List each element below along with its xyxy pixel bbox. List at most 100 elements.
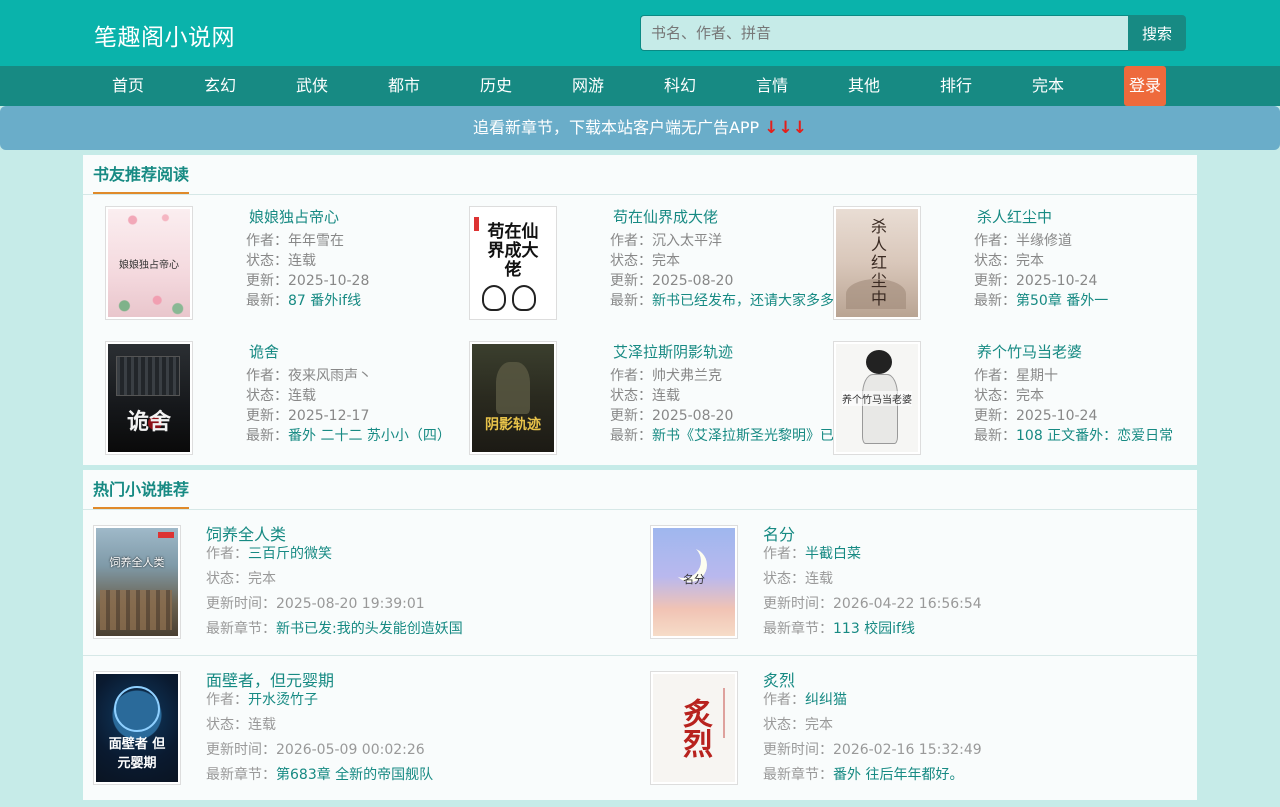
book-latest-line: 最新：新书《艾泽拉斯圣光黎明》已 — [610, 428, 834, 444]
nav-item-dushi[interactable]: 都市 — [358, 66, 450, 106]
book-author-line: 作者：半缘修道 — [974, 233, 1072, 249]
app-download-banner[interactable]: 追看新章节，下载本站客户端无广告APP ↓↓↓ — [0, 106, 1280, 150]
book-author-link[interactable]: 三百斤的微笑 — [248, 546, 332, 562]
book-title-link[interactable]: 养个竹马当老婆 — [977, 341, 1082, 362]
recommend-heading: 书友推荐阅读 — [93, 155, 190, 194]
book-cover[interactable]: 名分 — [650, 525, 738, 639]
book-latest-line: 最新章节：第683章 全新的帝国舰队 — [206, 767, 434, 783]
main-nav: 首页 玄幻 武侠 都市 历史 网游 科幻 言情 其他 排行 完本 登录 — [0, 66, 1280, 106]
site-logo[interactable]: 笔趣阁小说网 — [94, 18, 235, 52]
book-status: 连载 — [288, 253, 316, 269]
book-cover[interactable]: 炙烈 — [650, 671, 738, 785]
book-author-line: 作者：夜来风雨声丶 — [246, 368, 372, 384]
book-updated: 2025-10-24 — [1016, 408, 1098, 424]
book-status-line: 状态：连载 — [206, 717, 276, 733]
book-status: 完本 — [1016, 253, 1044, 269]
book-author-link[interactable]: 半截白菜 — [805, 546, 861, 562]
book-title-link[interactable]: 炙烈 — [763, 667, 795, 691]
cover-text: 炙烈 — [677, 698, 712, 758]
nav-item-wangyou[interactable]: 网游 — [542, 66, 634, 106]
book-status-line: 状态：连载 — [246, 388, 316, 404]
nav-item-xuanhuan[interactable]: 玄幻 — [174, 66, 266, 106]
latest-chapter-link[interactable]: 新书已发:我的头发能创造妖国 — [276, 621, 463, 637]
book-cover[interactable]: 面壁者 但元婴期 — [93, 671, 181, 785]
book-cover[interactable]: 诡舍 — [105, 341, 193, 455]
book-updated-line: 更新：2025-10-24 — [974, 273, 1098, 289]
hot-heading: 热门小说推荐 — [93, 470, 190, 509]
book-updated: 2026-05-09 00:02:26 — [276, 742, 425, 758]
hot-book-card: 饲养全人类 饲养全人类 作者：三百斤的微笑 状态：完本 更新时间：2025-08… — [93, 521, 633, 661]
cover-text: 饲养全人类 — [109, 556, 165, 569]
banner-text: 追看新章节，下载本站客户端无广告APP — [472, 118, 760, 137]
latest-chapter-link[interactable]: 第683章 全新的帝国舰队 — [276, 767, 433, 783]
book-latest-line: 最新：87 番外if线 — [246, 293, 362, 309]
nav-item-qita[interactable]: 其他 — [818, 66, 910, 106]
book-title-link[interactable]: 娘娘独占帝心 — [249, 206, 339, 227]
book-title-link[interactable]: 艾泽拉斯阴影轨迹 — [613, 341, 733, 362]
latest-chapter-link[interactable]: 新书已经发布，还请大家多多 — [652, 293, 834, 309]
book-updated: 2025-10-24 — [1016, 273, 1098, 289]
book-title-link[interactable]: 苟在仙界成大佬 — [613, 206, 718, 227]
book-status: 完本 — [1016, 388, 1044, 404]
hot-book-card: 炙烈 炙烈 作者：纠纠猫 状态：完本 更新时间：2026-02-16 15:32… — [650, 667, 1190, 807]
latest-chapter-link[interactable]: 108 正文番外：恋爱日常 — [1016, 428, 1173, 444]
book-updated-line: 更新：2025-08-20 — [610, 273, 734, 289]
down-arrows-icon: ↓↓↓ — [764, 118, 808, 138]
search-button[interactable]: 搜索 — [1128, 15, 1186, 51]
nav-item-paihang[interactable]: 排行 — [910, 66, 1002, 106]
cover-text: 娘娘独占帝心 — [119, 259, 179, 271]
book-author-link[interactable]: 纠纠猫 — [805, 692, 847, 708]
latest-chapter-link[interactable]: 第50章 番外一 — [1016, 293, 1108, 309]
book-status: 完本 — [805, 717, 833, 733]
book-latest-line: 最新章节：番外 往后年年都好。 — [763, 767, 964, 783]
nav-item-yanqing[interactable]: 言情 — [726, 66, 818, 106]
rec-book-card: 杀人红尘中 杀人红尘中 作者：半缘修道 状态：完本 更新：2025-10-24 … — [833, 206, 1193, 324]
book-cover[interactable]: 养个竹马当老婆 — [833, 341, 921, 455]
book-updated: 2025-08-20 19:39:01 — [276, 596, 425, 612]
book-author-line: 作者：沉入太平洋 — [610, 233, 722, 249]
book-latest-line: 最新章节：新书已发:我的头发能创造妖国 — [206, 621, 463, 637]
latest-chapter-link[interactable]: 番外 二十二 苏小小（四） — [288, 428, 451, 444]
nav-item-home[interactable]: 首页 — [82, 66, 174, 106]
hot-panel-header: 热门小说推荐 — [83, 470, 1197, 510]
latest-chapter-link[interactable]: 番外 往后年年都好。 — [833, 767, 963, 783]
cover-text: 苟在仙界成大佬 — [487, 221, 539, 280]
book-title-link[interactable]: 饲养全人类 — [206, 521, 286, 545]
book-title-link[interactable]: 面壁者，但元婴期 — [206, 667, 334, 691]
latest-chapter-link[interactable]: 113 校园if线 — [833, 621, 915, 637]
search-form: 搜索 — [640, 15, 1186, 51]
book-title-link[interactable]: 诡舍 — [249, 341, 279, 362]
book-updated: 2025-10-28 — [288, 273, 370, 289]
book-cover[interactable]: 杀人红尘中 — [833, 206, 921, 320]
login-button[interactable]: 登录 — [1124, 66, 1166, 106]
latest-chapter-link[interactable]: 新书《艾泽拉斯圣光黎明》已 — [652, 428, 834, 444]
book-latest-line: 最新：新书已经发布，还请大家多多 — [610, 293, 834, 309]
book-author-line: 作者：帅犬弗兰克 — [610, 368, 722, 384]
book-title-link[interactable]: 名分 — [763, 521, 795, 545]
hot-book-card: 面壁者 但元婴期 面壁者，但元婴期 作者：开水烫竹子 状态：连载 更新时间：20… — [93, 667, 633, 807]
latest-chapter-link[interactable]: 87 番外if线 — [288, 293, 361, 309]
book-author: 帅犬弗兰克 — [652, 368, 722, 384]
book-updated-line: 更新时间：2026-04-22 16:56:54 — [763, 596, 982, 612]
search-input[interactable] — [640, 15, 1128, 51]
book-title-link[interactable]: 杀人红尘中 — [977, 206, 1052, 227]
nav-item-wuxia[interactable]: 武侠 — [266, 66, 358, 106]
book-status-line: 状态：完本 — [974, 253, 1044, 269]
rec-book-card: 养个竹马当老婆 养个竹马当老婆 作者：星期十 状态：完本 更新：2025-10-… — [833, 341, 1193, 459]
nav-item-lishi[interactable]: 历史 — [450, 66, 542, 106]
row-divider — [83, 655, 1197, 656]
book-author-line: 作者：纠纠猫 — [763, 692, 847, 708]
book-status: 连载 — [652, 388, 680, 404]
nav-item-kehuan[interactable]: 科幻 — [634, 66, 726, 106]
book-author: 沉入太平洋 — [652, 233, 722, 249]
book-cover[interactable]: 苟在仙界成大佬 — [469, 206, 557, 320]
nav-item-wanben[interactable]: 完本 — [1002, 66, 1094, 106]
cover-text: 名分 — [683, 573, 705, 586]
book-cover[interactable]: 阴影轨迹 — [469, 341, 557, 455]
site-header: 笔趣阁小说网 搜索 — [0, 0, 1280, 66]
book-author-link[interactable]: 开水烫竹子 — [248, 692, 318, 708]
book-author-line: 作者：半截白菜 — [763, 546, 861, 562]
book-cover[interactable]: 饲养全人类 — [93, 525, 181, 639]
hot-book-card: 名分 名分 作者：半截白菜 状态：连载 更新时间：2026-04-22 16:5… — [650, 521, 1190, 661]
book-cover[interactable]: 娘娘独占帝心 — [105, 206, 193, 320]
